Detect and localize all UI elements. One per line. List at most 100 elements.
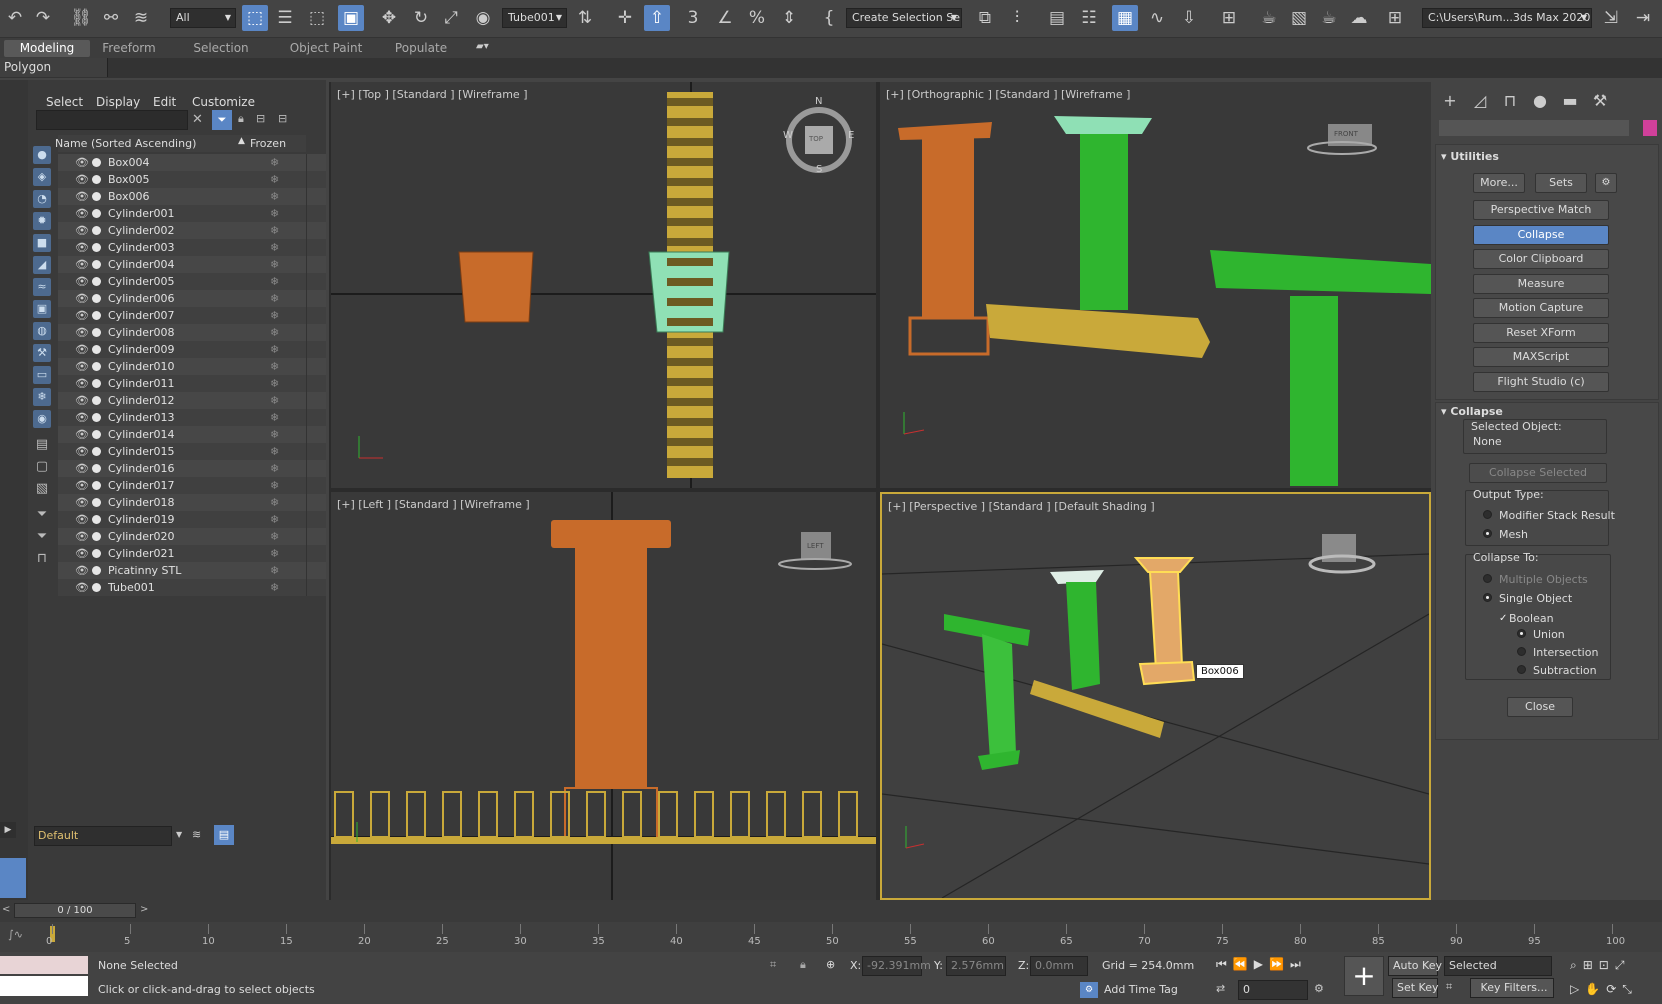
viewport-persp-label[interactable]: [+] [Perspective ] [Standard ] [Default … bbox=[888, 500, 1155, 513]
time-tag-icon[interactable]: ⚙ bbox=[1080, 982, 1098, 998]
all-filter-icon[interactable]: ▤ bbox=[33, 436, 51, 454]
visibility-eye-icon[interactable]: 👁︎ bbox=[75, 528, 91, 545]
frozen-snowflake-icon[interactable]: ❄ bbox=[270, 579, 279, 596]
mesh-radio[interactable] bbox=[1483, 529, 1492, 538]
key-mode-icon[interactable]: ⇄ bbox=[1216, 982, 1225, 995]
mirror-icon[interactable]: ⧉ bbox=[972, 5, 998, 31]
maxscript-listener-icon[interactable]: ⇥ bbox=[1630, 5, 1656, 31]
selection-set-dropdown[interactable]: Create Selection Se ▼ bbox=[846, 8, 962, 28]
curve-editor-icon[interactable]: ∿ bbox=[1144, 5, 1170, 31]
utility-button-perspective-match[interactable]: Perspective Match bbox=[1473, 200, 1609, 220]
render-dot-icon[interactable] bbox=[92, 481, 101, 490]
placement-icon[interactable]: ◉ bbox=[470, 5, 496, 31]
frozen-snowflake-icon[interactable]: ❄ bbox=[270, 188, 279, 205]
tab-populate[interactable]: Populate bbox=[386, 40, 456, 57]
visibility-eye-icon[interactable]: 👁︎ bbox=[75, 222, 91, 239]
key-filters-button[interactable]: Key Filters... bbox=[1470, 978, 1554, 998]
percent-snap-icon[interactable]: % bbox=[744, 5, 770, 31]
motion-tab-icon[interactable]: ● bbox=[1529, 90, 1551, 112]
frozen-snowflake-icon[interactable]: ❄ bbox=[270, 545, 279, 562]
render-dot-icon[interactable] bbox=[92, 566, 101, 575]
display-tab-icon[interactable]: ▬ bbox=[1559, 90, 1581, 112]
render-dot-icon[interactable] bbox=[92, 226, 101, 235]
expand-arrow-icon[interactable]: ▶ bbox=[0, 822, 16, 838]
visibility-eye-icon[interactable]: 👁︎ bbox=[75, 392, 91, 409]
viewport-ortho-label[interactable]: [+] [Orthographic ] [Standard ] [Wirefra… bbox=[886, 88, 1130, 101]
set-key-big-icon[interactable]: + bbox=[1344, 956, 1384, 996]
list-item[interactable]: 👁︎ Cylinder007 ❄ bbox=[58, 307, 326, 324]
menu-display[interactable]: Display bbox=[96, 95, 140, 109]
visibility-eye-icon[interactable]: 👁︎ bbox=[75, 477, 91, 494]
move-icon[interactable]: ✥ bbox=[376, 5, 402, 31]
render-dot-icon[interactable] bbox=[92, 192, 101, 201]
viewcube-top-label[interactable]: TOP bbox=[809, 135, 823, 143]
list-item[interactable]: 👁︎ Cylinder003 ❄ bbox=[58, 239, 326, 256]
align-icon[interactable]: ⫶ bbox=[1004, 5, 1030, 31]
list-item[interactable]: 👁︎ Cylinder011 ❄ bbox=[58, 375, 326, 392]
collapse-title[interactable]: ▾ Collapse bbox=[1441, 405, 1503, 418]
render-dot-icon[interactable] bbox=[92, 515, 101, 524]
viewport-perspective[interactable]: Box006 [+] [Perspective ] [Standard ] [D… bbox=[880, 492, 1431, 900]
clear-search-icon[interactable]: ✕ bbox=[192, 112, 203, 127]
frozen-snowflake-icon[interactable]: ❄ bbox=[270, 358, 279, 375]
maxscript-mini-listener-pink[interactable] bbox=[0, 956, 88, 974]
select-by-name-icon[interactable]: ☰ bbox=[272, 5, 298, 31]
3d-snap-icon[interactable]: 3 bbox=[680, 5, 706, 31]
viewport-top[interactable]: N S E W TOP [+] [Top ] [Standard ] [Wire… bbox=[331, 82, 876, 488]
explorer-search-input[interactable] bbox=[36, 110, 188, 130]
utilities-title[interactable]: ▾ Utilities bbox=[1441, 150, 1499, 163]
key-mode-dropdown[interactable]: Selected bbox=[1444, 956, 1552, 976]
frozen-snowflake-icon[interactable]: ❄ bbox=[270, 562, 279, 579]
pan-icon[interactable]: ✋ bbox=[1585, 982, 1606, 996]
named-object-dropdown[interactable]: Tube001 ▼ bbox=[502, 8, 567, 28]
filter-funnel-icon[interactable]: ⏷ bbox=[33, 528, 51, 546]
toggle-ribbon-icon[interactable]: ▦ bbox=[1112, 5, 1138, 31]
menu-edit[interactable]: Edit bbox=[153, 95, 176, 109]
list-item[interactable]: 👁︎ Cylinder009 ❄ bbox=[58, 341, 326, 358]
z-coordinate-field[interactable]: 0.0mm bbox=[1030, 956, 1088, 976]
time-config-icon[interactable]: ⚙ bbox=[1314, 982, 1324, 995]
rendered-frame-icon[interactable]: ▧ bbox=[1286, 5, 1312, 31]
orbit-icon[interactable]: ⟳ bbox=[1606, 982, 1622, 996]
render-dot-icon[interactable] bbox=[92, 260, 101, 269]
render-dot-icon[interactable] bbox=[92, 294, 101, 303]
render-dot-icon[interactable] bbox=[92, 583, 101, 592]
list-item[interactable]: 👁︎ Cylinder006 ❄ bbox=[58, 290, 326, 307]
render-dot-icon[interactable] bbox=[92, 243, 101, 252]
frozen-snowflake-icon[interactable]: ❄ bbox=[270, 205, 279, 222]
rotate-icon[interactable]: ↻ bbox=[408, 5, 434, 31]
render-dot-icon[interactable] bbox=[92, 328, 101, 337]
multiple-objects-radio[interactable] bbox=[1483, 574, 1492, 583]
undo-icon[interactable]: ↶ bbox=[2, 5, 28, 31]
frozen-snowflake-icon[interactable]: ❄ bbox=[270, 154, 279, 171]
render-setup-icon[interactable]: ☕ bbox=[1256, 5, 1282, 31]
frozen-snowflake-icon[interactable]: ❄ bbox=[270, 239, 279, 256]
set-key-button[interactable]: Set Key bbox=[1392, 978, 1439, 998]
frozen-snowflake-icon[interactable]: ❄ bbox=[270, 256, 279, 273]
next-frame-icon[interactable]: > bbox=[140, 904, 148, 915]
visibility-eye-icon[interactable]: 👁︎ bbox=[75, 443, 91, 460]
layer-explorer-icon[interactable]: ☷ bbox=[1076, 5, 1102, 31]
utility-button-measure[interactable]: Measure bbox=[1473, 273, 1609, 294]
link-icon[interactable]: ⛓ bbox=[68, 5, 94, 31]
tab-freeform[interactable]: Freeform bbox=[92, 40, 166, 57]
zoom-extents-icon[interactable]: ⊡ bbox=[1599, 958, 1615, 972]
frozen-snowflake-icon[interactable]: ❄ bbox=[270, 443, 279, 460]
list-item[interactable]: 👁︎ Cylinder014 ❄ bbox=[58, 426, 326, 443]
frozen-snowflake-icon[interactable]: ❄ bbox=[270, 273, 279, 290]
visibility-eye-icon[interactable]: 👁︎ bbox=[75, 579, 91, 596]
display-none-icon[interactable]: ● bbox=[33, 146, 51, 164]
layer-sort-icon[interactable]: ⊟ bbox=[278, 112, 287, 125]
snaps-toggle-icon[interactable]: ⇧ bbox=[644, 5, 670, 31]
select-object-icon[interactable]: ⬚ bbox=[242, 5, 268, 31]
visibility-eye-icon[interactable]: 👁︎ bbox=[75, 562, 91, 579]
list-item[interactable]: 👁︎ Cylinder013 ❄ bbox=[58, 409, 326, 426]
frozen-snowflake-icon[interactable]: ❄ bbox=[270, 494, 279, 511]
render-dot-icon[interactable] bbox=[92, 345, 101, 354]
spinner-snap-icon[interactable]: ⇕ bbox=[776, 5, 802, 31]
frozen-snowflake-icon[interactable]: ❄ bbox=[270, 307, 279, 324]
render-dot-icon[interactable] bbox=[92, 532, 101, 541]
visibility-eye-icon[interactable]: 👁︎ bbox=[75, 460, 91, 477]
fov-icon[interactable]: ▷ bbox=[1570, 982, 1585, 996]
list-item[interactable]: 👁︎ Cylinder010 ❄ bbox=[58, 358, 326, 375]
